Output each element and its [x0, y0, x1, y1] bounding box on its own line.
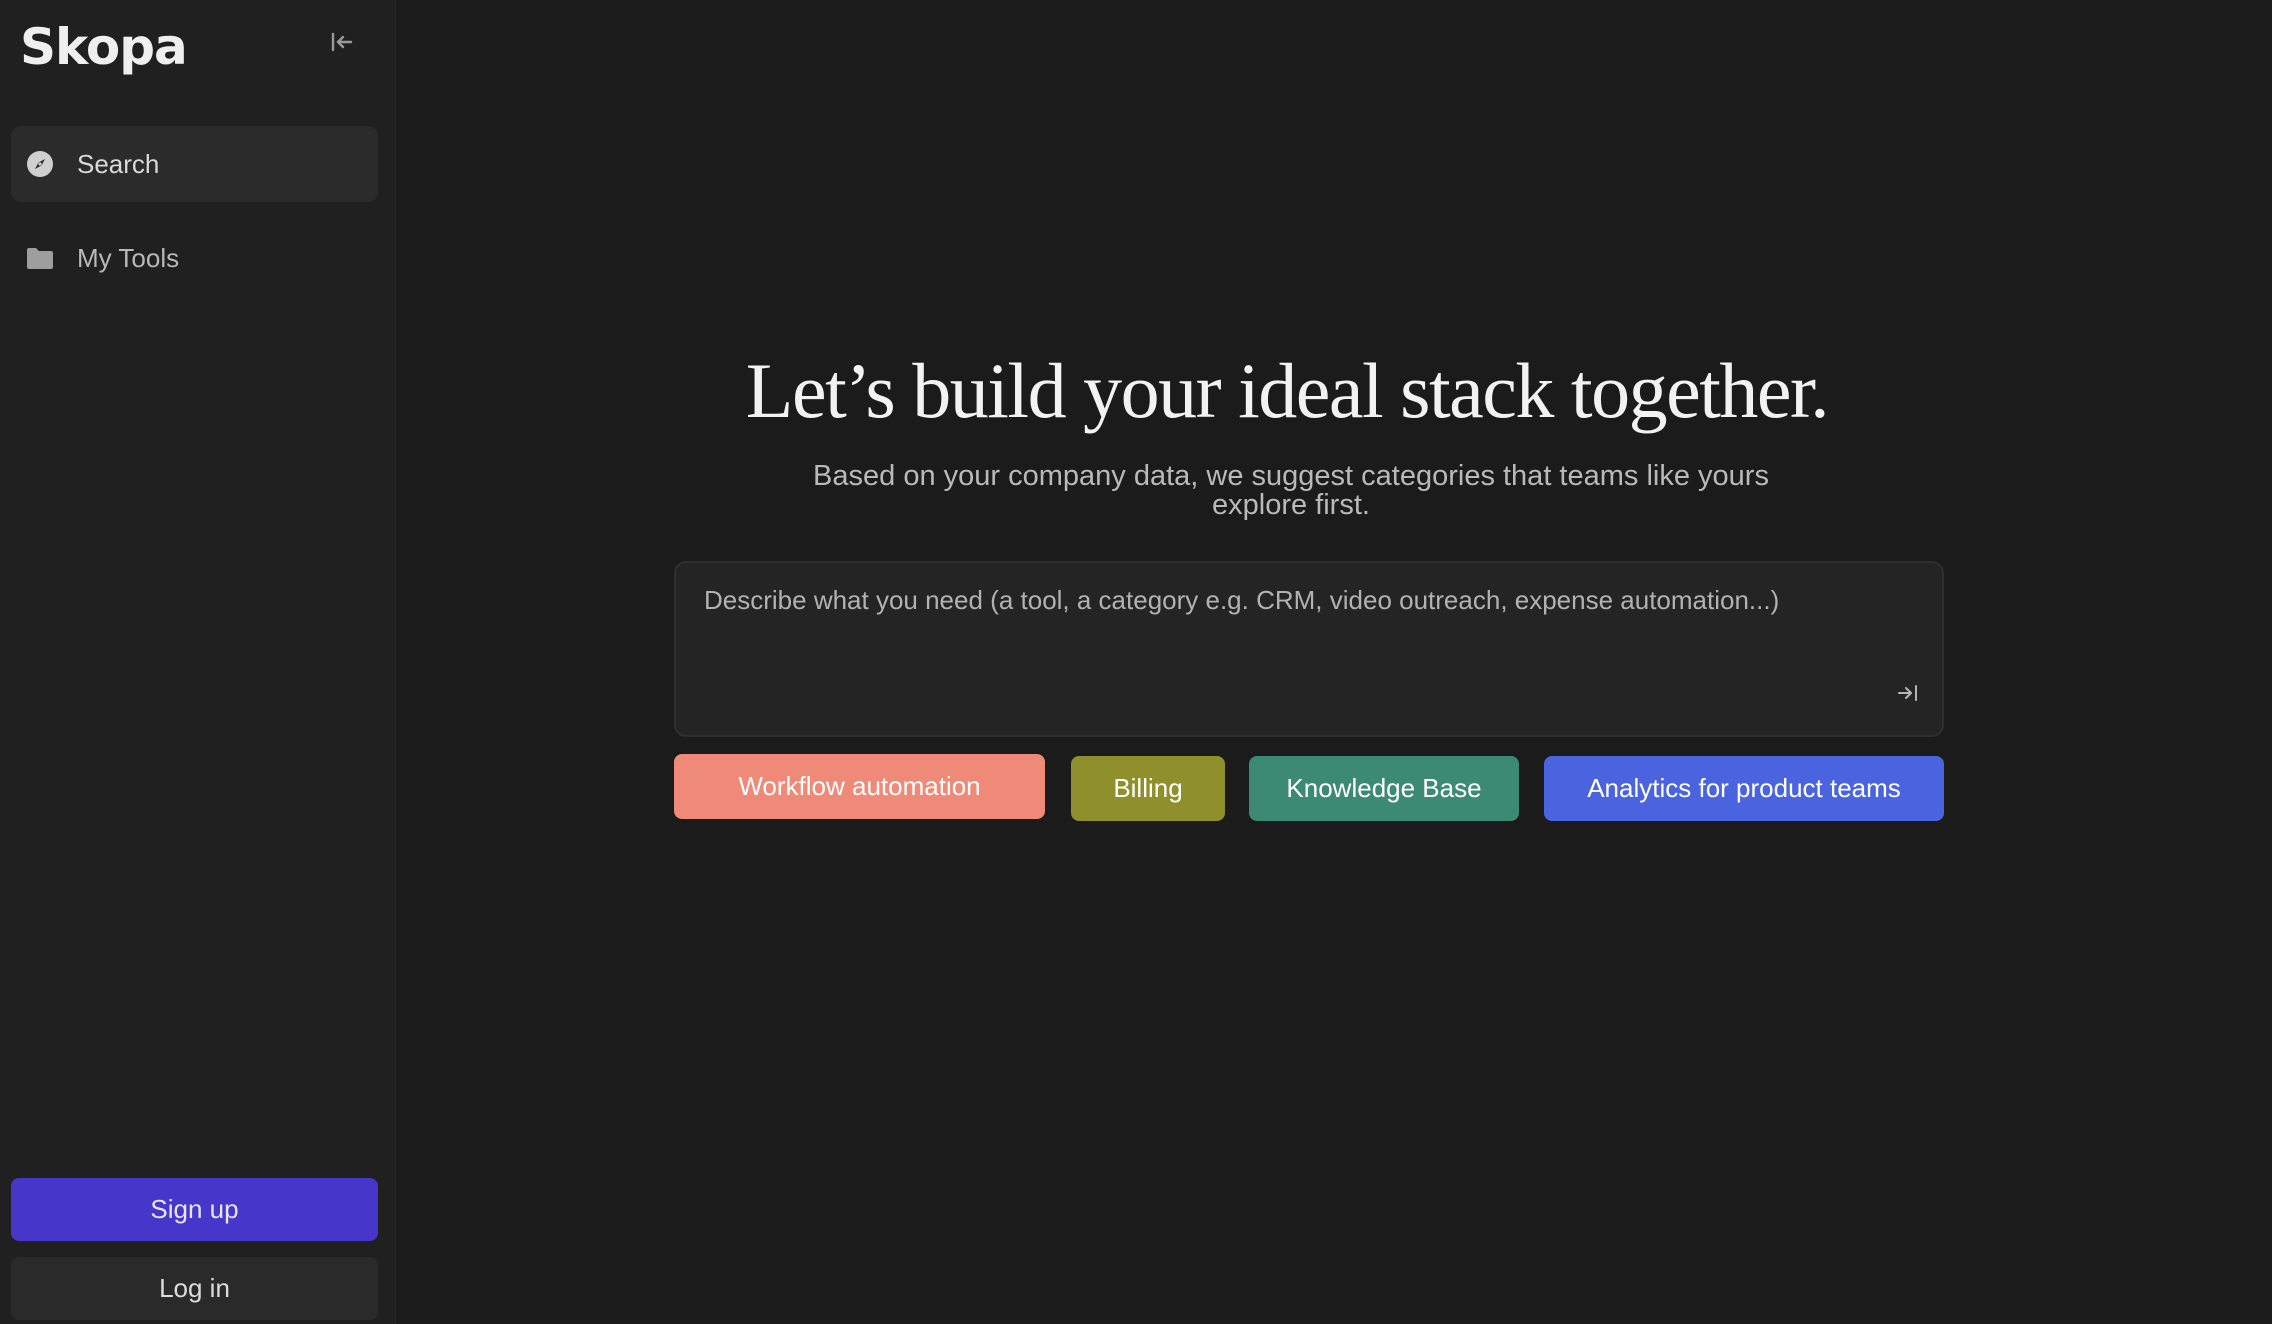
submit-button[interactable] [1894, 681, 1922, 709]
sidebar-item-search[interactable]: Search [11, 126, 378, 202]
prompt-box [674, 561, 1944, 737]
app-logo: Skopa [20, 18, 188, 76]
sidebar-item-label: Search [77, 148, 160, 179]
suggestion-chip-billing[interactable]: Billing [1071, 756, 1225, 821]
suggestion-chip-analytics[interactable]: Analytics for product teams [1544, 756, 1944, 821]
log-in-button[interactable]: Log in [11, 1257, 378, 1320]
main-content: Let’s build your ideal stack together. B… [396, 0, 2272, 1324]
collapse-sidebar-button[interactable] [324, 28, 360, 60]
arrow-right-to-line-icon [1897, 684, 1919, 707]
sidebar: Skopa Search My Tools Sign up Log in [0, 0, 396, 1324]
suggestion-chip-knowledge-base[interactable]: Knowledge Base [1249, 756, 1519, 821]
app-root: Skopa Search My Tools Sign up Log in Let… [0, 0, 2272, 1324]
folder-icon [25, 243, 55, 273]
prompt-input[interactable] [704, 581, 1794, 701]
compass-icon [25, 149, 55, 179]
sign-up-button[interactable]: Sign up [11, 1178, 378, 1241]
page-title: Let’s build your ideal stack together. [745, 347, 1830, 434]
sidebar-item-my-tools[interactable]: My Tools [11, 220, 378, 296]
page-subtitle: Based on your company data, we suggest c… [813, 460, 1769, 521]
suggestion-chip-workflow-automation[interactable]: Workflow automation [674, 754, 1045, 819]
collapse-left-icon [330, 31, 354, 58]
sidebar-item-label: My Tools [77, 242, 180, 273]
